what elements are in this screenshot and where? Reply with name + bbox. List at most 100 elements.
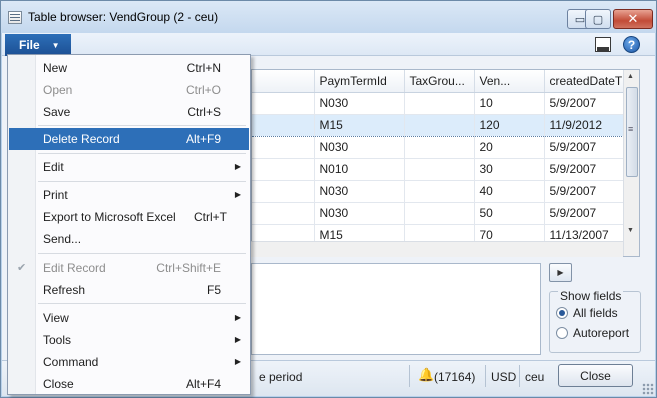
bell-icon[interactable]: 🔔 bbox=[418, 367, 434, 382]
table-browser-window: Table browser: VendGroup (2 - ceu) ▭ ▢ ✕… bbox=[0, 0, 657, 398]
status-divider bbox=[519, 365, 520, 387]
close-button[interactable]: Close bbox=[558, 364, 633, 387]
table-row[interactable]: N010 30 5/9/2007 bbox=[252, 158, 625, 181]
notification-count[interactable]: (17164) bbox=[434, 370, 475, 384]
records-grid[interactable]: PaymTermId TaxGrou... Ven... createdDate… bbox=[251, 69, 640, 257]
maximize-button[interactable]: ▢ bbox=[585, 9, 611, 29]
check-icon: ✔ bbox=[17, 262, 27, 274]
submenu-arrow-icon: ▶ bbox=[234, 190, 241, 199]
table-row[interactable]: N030 50 5/9/2007 bbox=[252, 202, 625, 225]
cell-taxgroup[interactable] bbox=[404, 158, 475, 181]
menu-item-label: Send... bbox=[43, 232, 82, 246]
cell-vend[interactable]: 120 bbox=[474, 113, 545, 137]
menu-item-label: New bbox=[43, 61, 68, 75]
execute-button[interactable]: ▶ bbox=[549, 263, 572, 282]
menu-item-label: Refresh bbox=[43, 283, 86, 297]
menu-item-shortcut: Ctrl+O bbox=[185, 83, 221, 97]
column-header-vend[interactable]: Ven... bbox=[474, 70, 545, 93]
radio-autoreport[interactable] bbox=[556, 327, 568, 339]
cell-createddate[interactable]: 5/9/2007 bbox=[544, 180, 625, 203]
cell-createddate[interactable]: 5/9/2007 bbox=[544, 158, 625, 181]
menu-item-send[interactable]: Send... bbox=[9, 228, 249, 250]
window-close-button[interactable]: ✕ bbox=[613, 9, 653, 29]
option-autoreport[interactable]: Autoreport bbox=[556, 326, 629, 340]
menu-separator bbox=[38, 181, 246, 182]
menu-item-label: Print bbox=[43, 188, 68, 202]
chevron-down-icon: ▼ bbox=[51, 40, 60, 50]
menu-item-close[interactable]: Close Alt+F4 bbox=[9, 373, 249, 395]
menu-item-print[interactable]: Print ▶ bbox=[9, 184, 249, 206]
cell-paymtermid[interactable]: N030 bbox=[314, 180, 405, 203]
cell-paymtermid[interactable]: N030 bbox=[314, 202, 405, 225]
menu-item-edit[interactable]: Edit ▶ bbox=[9, 156, 249, 178]
scroll-down-icon[interactable]: ▼ bbox=[627, 227, 634, 234]
table-row[interactable]: N030 20 5/9/2007 bbox=[252, 136, 625, 159]
menu-item-refresh[interactable]: Refresh F5 bbox=[9, 279, 249, 301]
cell-vend[interactable]: 20 bbox=[474, 136, 545, 159]
cell-paymtermid[interactable]: N030 bbox=[314, 136, 405, 159]
records-table: PaymTermId TaxGrou... Ven... createdDate… bbox=[252, 70, 625, 247]
cell-vend[interactable]: 10 bbox=[474, 92, 545, 115]
menu-item-delete-record[interactable]: Delete Record Alt+F9 bbox=[9, 128, 249, 150]
cell-createddate[interactable]: 11/9/2012 bbox=[544, 113, 625, 137]
menu-item-shortcut: Ctrl+T bbox=[194, 210, 227, 224]
cell-createddate[interactable]: 5/9/2007 bbox=[544, 136, 625, 159]
menu-item-command[interactable]: Command ▶ bbox=[9, 351, 249, 373]
status-divider bbox=[409, 365, 410, 387]
company-indicator[interactable]: ceu bbox=[525, 370, 544, 384]
table-row[interactable]: N030 40 5/9/2007 bbox=[252, 180, 625, 203]
menu-item-label: Delete Record bbox=[43, 132, 120, 146]
cell-vend[interactable]: 50 bbox=[474, 202, 545, 225]
panel-toggle-icon[interactable] bbox=[595, 37, 611, 52]
cell-createddate[interactable]: 5/9/2007 bbox=[544, 202, 625, 225]
grid-vertical-scrollbar[interactable]: ▲ ≡ ▼ bbox=[623, 70, 639, 256]
cell-taxgroup[interactable] bbox=[404, 202, 475, 225]
window-title: Table browser: VendGroup (2 - ceu) bbox=[28, 10, 219, 24]
scroll-up-icon[interactable]: ▲ bbox=[627, 73, 634, 80]
menu-item-shortcut: F5 bbox=[206, 283, 221, 297]
file-menu-button[interactable]: File ▼ bbox=[5, 34, 71, 56]
cell-taxgroup[interactable] bbox=[404, 136, 475, 159]
help-icon[interactable]: ? bbox=[623, 36, 640, 53]
currency-indicator[interactable]: USD bbox=[491, 370, 516, 384]
sql-statement-box[interactable] bbox=[251, 263, 541, 355]
menu-item-label: Command bbox=[43, 355, 99, 369]
file-dropdown-menu: New Ctrl+N Open Ctrl+O Save Ctrl+S Delet… bbox=[7, 54, 251, 395]
radio-all-fields[interactable] bbox=[556, 307, 568, 319]
menu-item-new[interactable]: New Ctrl+N bbox=[9, 57, 249, 79]
show-fields-group: Show fields All fields Autoreport bbox=[549, 289, 641, 353]
column-header-createddate[interactable]: createdDateT bbox=[544, 70, 625, 93]
cell-vend[interactable]: 30 bbox=[474, 158, 545, 181]
cell-taxgroup[interactable] bbox=[404, 180, 475, 203]
scroll-thumb[interactable]: ≡ bbox=[626, 87, 638, 177]
table-row-selected[interactable]: M15 120 11/9/2012 bbox=[252, 113, 625, 137]
menu-item-tools[interactable]: Tools ▶ bbox=[9, 329, 249, 351]
menu-item-view[interactable]: View ▶ bbox=[9, 307, 249, 329]
cell-paymtermid[interactable]: N010 bbox=[314, 158, 405, 181]
cell-vend[interactable]: 40 bbox=[474, 180, 545, 203]
menu-item-shortcut: Alt+F4 bbox=[185, 377, 221, 391]
column-header-taxgroup[interactable]: TaxGrou... bbox=[404, 70, 475, 93]
cell-paymtermid[interactable]: M15 bbox=[314, 113, 405, 137]
cell-taxgroup[interactable] bbox=[404, 92, 475, 115]
option-autoreport-label: Autoreport bbox=[573, 326, 630, 340]
menu-item-label: Edit bbox=[43, 160, 64, 174]
menu-item-edit-record: ✔ Edit Record Ctrl+Shift+E bbox=[9, 257, 249, 279]
resize-grip-icon[interactable] bbox=[642, 383, 654, 395]
menu-item-label: Export to Microsoft Excel bbox=[43, 210, 176, 224]
cell-createddate[interactable]: 5/9/2007 bbox=[544, 92, 625, 115]
title-bar[interactable]: Table browser: VendGroup (2 - ceu) ▭ ▢ ✕ bbox=[1, 1, 656, 33]
column-header-paymtermid[interactable]: PaymTermId bbox=[314, 70, 405, 93]
menu-item-save[interactable]: Save Ctrl+S bbox=[9, 101, 249, 123]
submenu-arrow-icon: ▶ bbox=[234, 357, 241, 366]
column-header-hidden[interactable] bbox=[252, 70, 315, 93]
cell-taxgroup[interactable] bbox=[404, 113, 475, 137]
grid-horizontal-scrollbar[interactable] bbox=[251, 241, 623, 257]
menu-item-export-excel[interactable]: Export to Microsoft Excel Ctrl+T bbox=[9, 206, 249, 228]
option-all-fields[interactable]: All fields bbox=[556, 306, 618, 320]
table-row[interactable]: N030 10 5/9/2007 bbox=[252, 92, 625, 115]
menu-item-open: Open Ctrl+O bbox=[9, 79, 249, 101]
menu-item-shortcut: Ctrl+Shift+E bbox=[156, 261, 221, 275]
cell-paymtermid[interactable]: N030 bbox=[314, 92, 405, 115]
menu-item-label: View bbox=[43, 311, 69, 325]
